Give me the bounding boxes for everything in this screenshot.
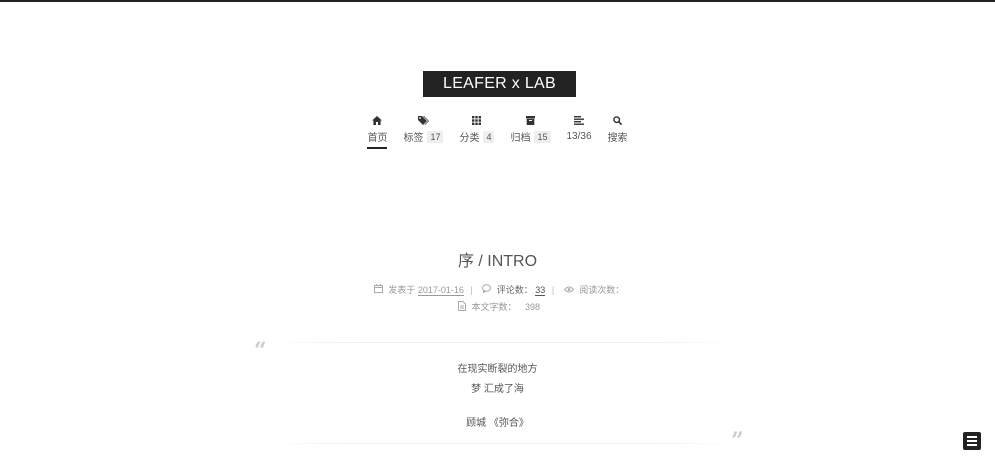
home-icon <box>372 113 383 129</box>
comments-count[interactable]: 33 <box>535 284 546 296</box>
nav-label: 分类 <box>459 133 480 144</box>
wordcount-value: 398 <box>525 301 541 312</box>
divider: | <box>470 284 473 295</box>
quote-line: 梦 汇成了海 <box>471 384 524 395</box>
post-title[interactable]: 序 / INTRO <box>0 247 995 271</box>
nav-item-search[interactable]: 搜索 <box>608 113 628 149</box>
post-meta-wordcount: 本文字数： 398 <box>0 300 995 313</box>
nav-item-archives[interactable]: 归档 15 <box>510 113 551 149</box>
posted-label: 发表于 <box>388 285 416 295</box>
nav-label: 归档 <box>510 133 531 144</box>
tags-icon <box>417 113 429 129</box>
archive-icon <box>525 113 535 129</box>
count-badge: 17 <box>427 130 444 143</box>
nav-label: 标签 <box>403 133 424 144</box>
main-nav: 首页 标签 17 分类 4 归档 15 13/36 搜索 <box>0 112 995 149</box>
close-quote-icon: ” <box>731 428 744 454</box>
site-logo[interactable]: LEAFER x LAB <box>423 71 576 97</box>
sidebar-toggle-button[interactable] <box>963 432 981 450</box>
nav-item-categories[interactable]: 分类 4 <box>459 113 495 149</box>
nav-item-home[interactable]: 首页 <box>367 113 388 149</box>
comments-label: 评论数： <box>496 285 533 295</box>
quote-divider <box>265 342 735 343</box>
quote-line: 在现实断裂的地方 <box>457 364 538 375</box>
calendar-icon <box>373 284 383 295</box>
count-badge: 4 <box>483 130 495 143</box>
grid-icon <box>472 113 482 129</box>
nav-item-tags[interactable]: 标签 17 <box>403 113 444 149</box>
post-meta: 发表于 2017-01-16 | 评论数： 33 | 阅读次数： <box>0 283 995 296</box>
nav-label: 搜索 <box>607 133 628 144</box>
nav-item-progress[interactable]: 13/36 <box>567 113 592 149</box>
divider: | <box>551 284 555 295</box>
wordcount-label: 本文字数： <box>471 302 517 312</box>
quote-divider <box>265 443 735 444</box>
count-badge: 15 <box>534 130 551 143</box>
file-icon <box>457 300 466 313</box>
quote-attribution: 顾城 《弥合》 <box>466 418 529 429</box>
nav-label: 13/36 <box>566 131 592 142</box>
comment-icon <box>482 284 492 295</box>
top-border <box>0 0 995 2</box>
views-label: 阅读次数： <box>579 285 625 295</box>
search-icon <box>613 113 623 129</box>
posted-date[interactable]: 2017-01-16 <box>417 284 464 296</box>
nav-label: 首页 <box>367 133 388 144</box>
list-icon <box>574 113 585 129</box>
eye-icon <box>563 285 574 295</box>
